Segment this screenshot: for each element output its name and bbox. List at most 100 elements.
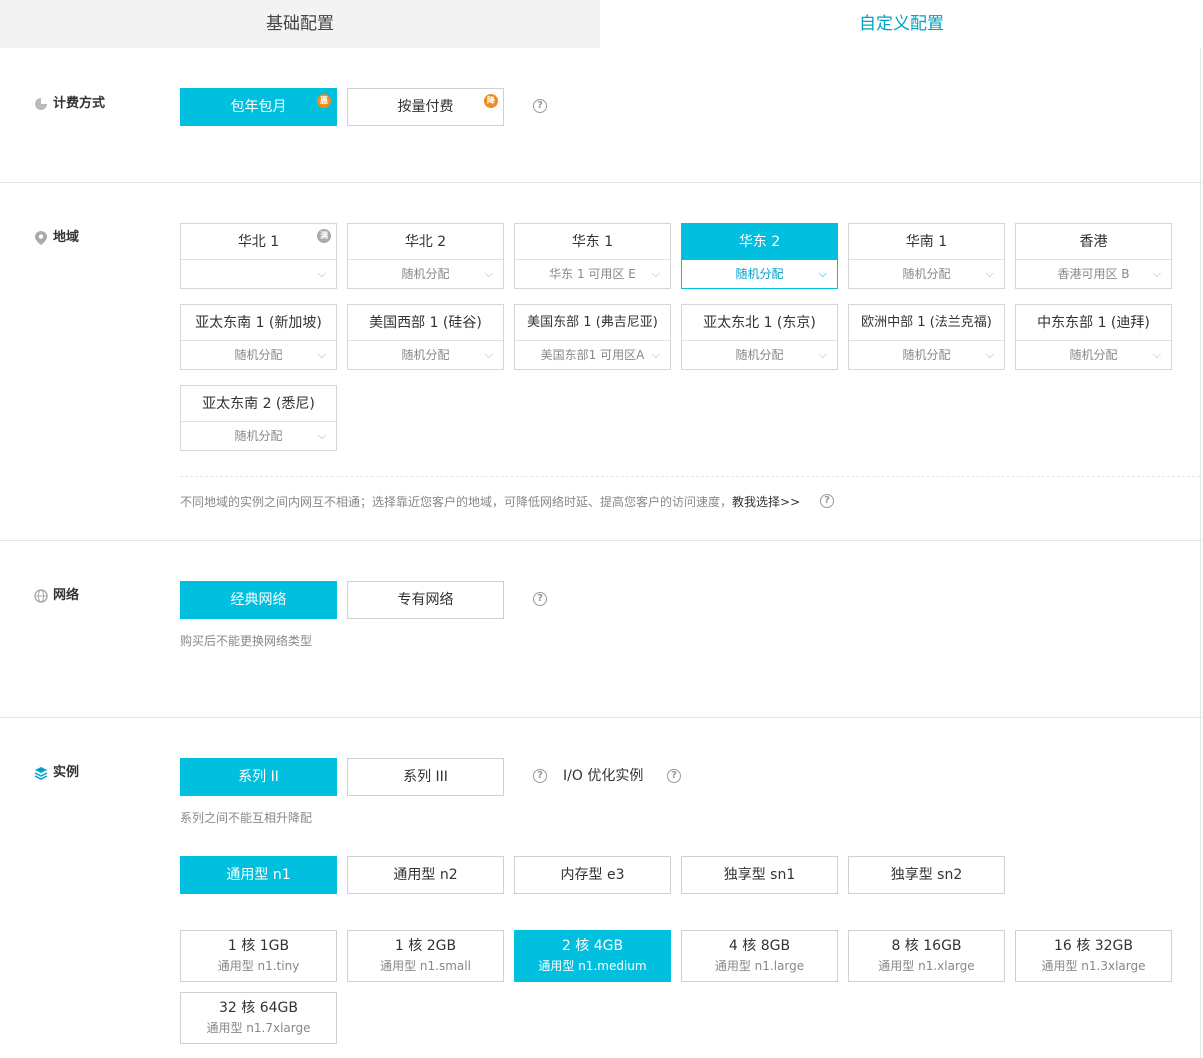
- layers-icon: [34, 766, 48, 780]
- zone-value: 随机分配: [735, 348, 784, 362]
- zone-select[interactable]: ⌵: [181, 260, 336, 288]
- zone-select[interactable]: 随机分配 ⌵: [348, 260, 503, 288]
- zone-select[interactable]: 香港可用区 B ⌵: [1016, 260, 1171, 288]
- network-vpc-button[interactable]: 专有网络: [347, 581, 504, 619]
- region-option[interactable]: 美国东部 1 (弗吉尼亚) 美国东部1 可用区A ⌵: [514, 304, 671, 370]
- billing-payg-button[interactable]: 按量付费 降: [347, 88, 504, 126]
- network-classic-label: 经典网络: [230, 592, 287, 608]
- region-name: 华北 1: [181, 224, 336, 260]
- family-n1-button[interactable]: 通用型 n1: [180, 856, 337, 894]
- spec-type: 通用型 n1.medium: [538, 959, 647, 973]
- spec-option[interactable]: 1 核 1GB 通用型 n1.tiny: [180, 930, 337, 982]
- region-option[interactable]: 亚太东南 1 (新加坡) 随机分配 ⌵: [180, 304, 337, 370]
- network-classic-button[interactable]: 经典网络: [180, 581, 337, 619]
- tab-custom-config[interactable]: 自定义配置: [600, 0, 1203, 48]
- family-n2-button[interactable]: 通用型 n2: [347, 856, 504, 894]
- zone-select[interactable]: 随机分配 ⌵: [849, 341, 1004, 369]
- chevron-down-icon: ⌵: [317, 348, 326, 361]
- zone-select[interactable]: 美国东部1 可用区A ⌵: [515, 341, 670, 369]
- region-name: 欧洲中部 1 (法兰克福): [849, 305, 1004, 341]
- region-help-icon[interactable]: ?: [820, 494, 834, 508]
- spec-cores-mem: 1 核 2GB: [394, 938, 457, 954]
- chevron-down-icon: ⌵: [317, 267, 326, 280]
- io-optimized-label: I/O 优化实例: [563, 768, 644, 784]
- zone-select[interactable]: 随机分配 ⌵: [181, 422, 336, 450]
- region-label-text: 地域: [53, 230, 80, 245]
- family-label: 独享型 sn2: [890, 867, 963, 883]
- region-option[interactable]: 欧洲中部 1 (法兰克福) 随机分配 ⌵: [848, 304, 1005, 370]
- spec-option[interactable]: 4 核 8GB 通用型 n1.large: [681, 930, 838, 982]
- instance-section-label: 实例: [34, 763, 79, 783]
- region-option[interactable]: 华北 1 满 ⌵: [180, 223, 337, 289]
- region-option[interactable]: 华北 2 随机分配 ⌵: [347, 223, 504, 289]
- region-option[interactable]: 香港 香港可用区 B ⌵: [1015, 223, 1172, 289]
- chevron-down-icon: ⌵: [818, 348, 827, 361]
- zone-value: 美国东部1 可用区A: [540, 348, 645, 362]
- family-sn2-button[interactable]: 独享型 sn2: [848, 856, 1005, 894]
- zone-value: 香港可用区 B: [1057, 267, 1130, 281]
- region-option[interactable]: 美国西部 1 (硅谷) 随机分配 ⌵: [347, 304, 504, 370]
- zone-value: 随机分配: [902, 348, 951, 362]
- region-name: 华东 2: [682, 224, 837, 260]
- zone-select[interactable]: 随机分配 ⌵: [348, 341, 503, 369]
- region-option[interactable]: 亚太东北 1 (东京) 随机分配 ⌵: [681, 304, 838, 370]
- region-option[interactable]: 亚太东南 2 (悉尼) 随机分配 ⌵: [180, 385, 337, 451]
- zone-select[interactable]: 华东 1 可用区 E ⌵: [515, 260, 670, 288]
- divider-region: [0, 540, 1203, 541]
- network-help-icon[interactable]: ?: [533, 592, 547, 606]
- zone-select[interactable]: 随机分配 ⌵: [682, 260, 837, 288]
- io-help-icon[interactable]: ?: [667, 769, 681, 783]
- zone-value: 随机分配: [902, 267, 951, 281]
- spec-cores-mem: 1 核 1GB: [227, 938, 290, 954]
- billing-help-icon[interactable]: ?: [533, 99, 547, 113]
- spec-type: 通用型 n1.tiny: [217, 959, 300, 973]
- zone-value: 随机分配: [401, 348, 450, 362]
- family-label: 内存型 e3: [560, 867, 625, 883]
- zone-select[interactable]: 随机分配 ⌵: [849, 260, 1004, 288]
- region-name: 香港: [1016, 224, 1171, 260]
- spec-cores-mem: 16 核 32GB: [1054, 938, 1133, 954]
- zone-select[interactable]: 随机分配 ⌵: [1016, 341, 1171, 369]
- region-dashed-divider: [180, 476, 1200, 477]
- network-note: 购买后不能更换网络类型: [180, 634, 313, 648]
- region-name: 亚太东南 1 (新加坡): [181, 305, 336, 341]
- spec-option[interactable]: 8 核 16GB 通用型 n1.xlarge: [848, 930, 1005, 982]
- spec-option[interactable]: 32 核 64GB 通用型 n1.7xlarge: [180, 992, 337, 1044]
- chevron-down-icon: ⌵: [985, 267, 994, 280]
- spec-type: 通用型 n1.large: [714, 959, 805, 973]
- chevron-down-icon: ⌵: [1152, 348, 1161, 361]
- zone-value: 随机分配: [735, 267, 784, 281]
- family-e3-button[interactable]: 内存型 e3: [514, 856, 671, 894]
- region-option[interactable]: 华南 1 随机分配 ⌵: [848, 223, 1005, 289]
- region-option[interactable]: 中东东部 1 (迪拜) 随机分配 ⌵: [1015, 304, 1172, 370]
- spec-option[interactable]: 16 核 32GB 通用型 n1.3xlarge: [1015, 930, 1172, 982]
- right-border: [1200, 48, 1201, 1058]
- series-2-label: 系列 II: [238, 769, 279, 785]
- zone-value: 随机分配: [401, 267, 450, 281]
- series-help-icon[interactable]: ?: [533, 769, 547, 783]
- help-me-choose-link[interactable]: 教我选择>>: [732, 495, 800, 509]
- billing-subscription-button[interactable]: 包年包月 惠: [180, 88, 337, 126]
- chevron-down-icon: ⌵: [818, 267, 827, 280]
- region-option-selected[interactable]: 华东 2 随机分配 ⌵: [681, 223, 838, 289]
- spec-option-selected[interactable]: 2 核 4GB 通用型 n1.medium: [514, 930, 671, 982]
- spec-type: 通用型 n1.7xlarge: [206, 1021, 311, 1035]
- series-2-button[interactable]: 系列 II: [180, 758, 337, 796]
- location-pin-icon: [34, 231, 48, 245]
- region-name: 美国西部 1 (硅谷): [348, 305, 503, 341]
- chevron-down-icon: ⌵: [484, 348, 493, 361]
- billing-payg-label: 按量付费: [397, 99, 454, 115]
- family-label: 通用型 n2: [393, 867, 458, 883]
- series-3-button[interactable]: 系列 III: [347, 758, 504, 796]
- spec-option[interactable]: 1 核 2GB 通用型 n1.small: [347, 930, 504, 982]
- region-option[interactable]: 华东 1 华东 1 可用区 E ⌵: [514, 223, 671, 289]
- family-sn1-button[interactable]: 独享型 sn1: [681, 856, 838, 894]
- discount-badge: 惠: [317, 94, 331, 108]
- network-label-text: 网络: [53, 588, 80, 603]
- zone-select[interactable]: 随机分配 ⌵: [181, 341, 336, 369]
- network-section-label: 网络: [34, 586, 79, 606]
- zone-value: 华东 1 可用区 E: [549, 267, 636, 281]
- zone-select[interactable]: 随机分配 ⌵: [682, 341, 837, 369]
- billing-icon: [34, 97, 48, 111]
- tab-basic-config[interactable]: 基础配置: [0, 0, 600, 48]
